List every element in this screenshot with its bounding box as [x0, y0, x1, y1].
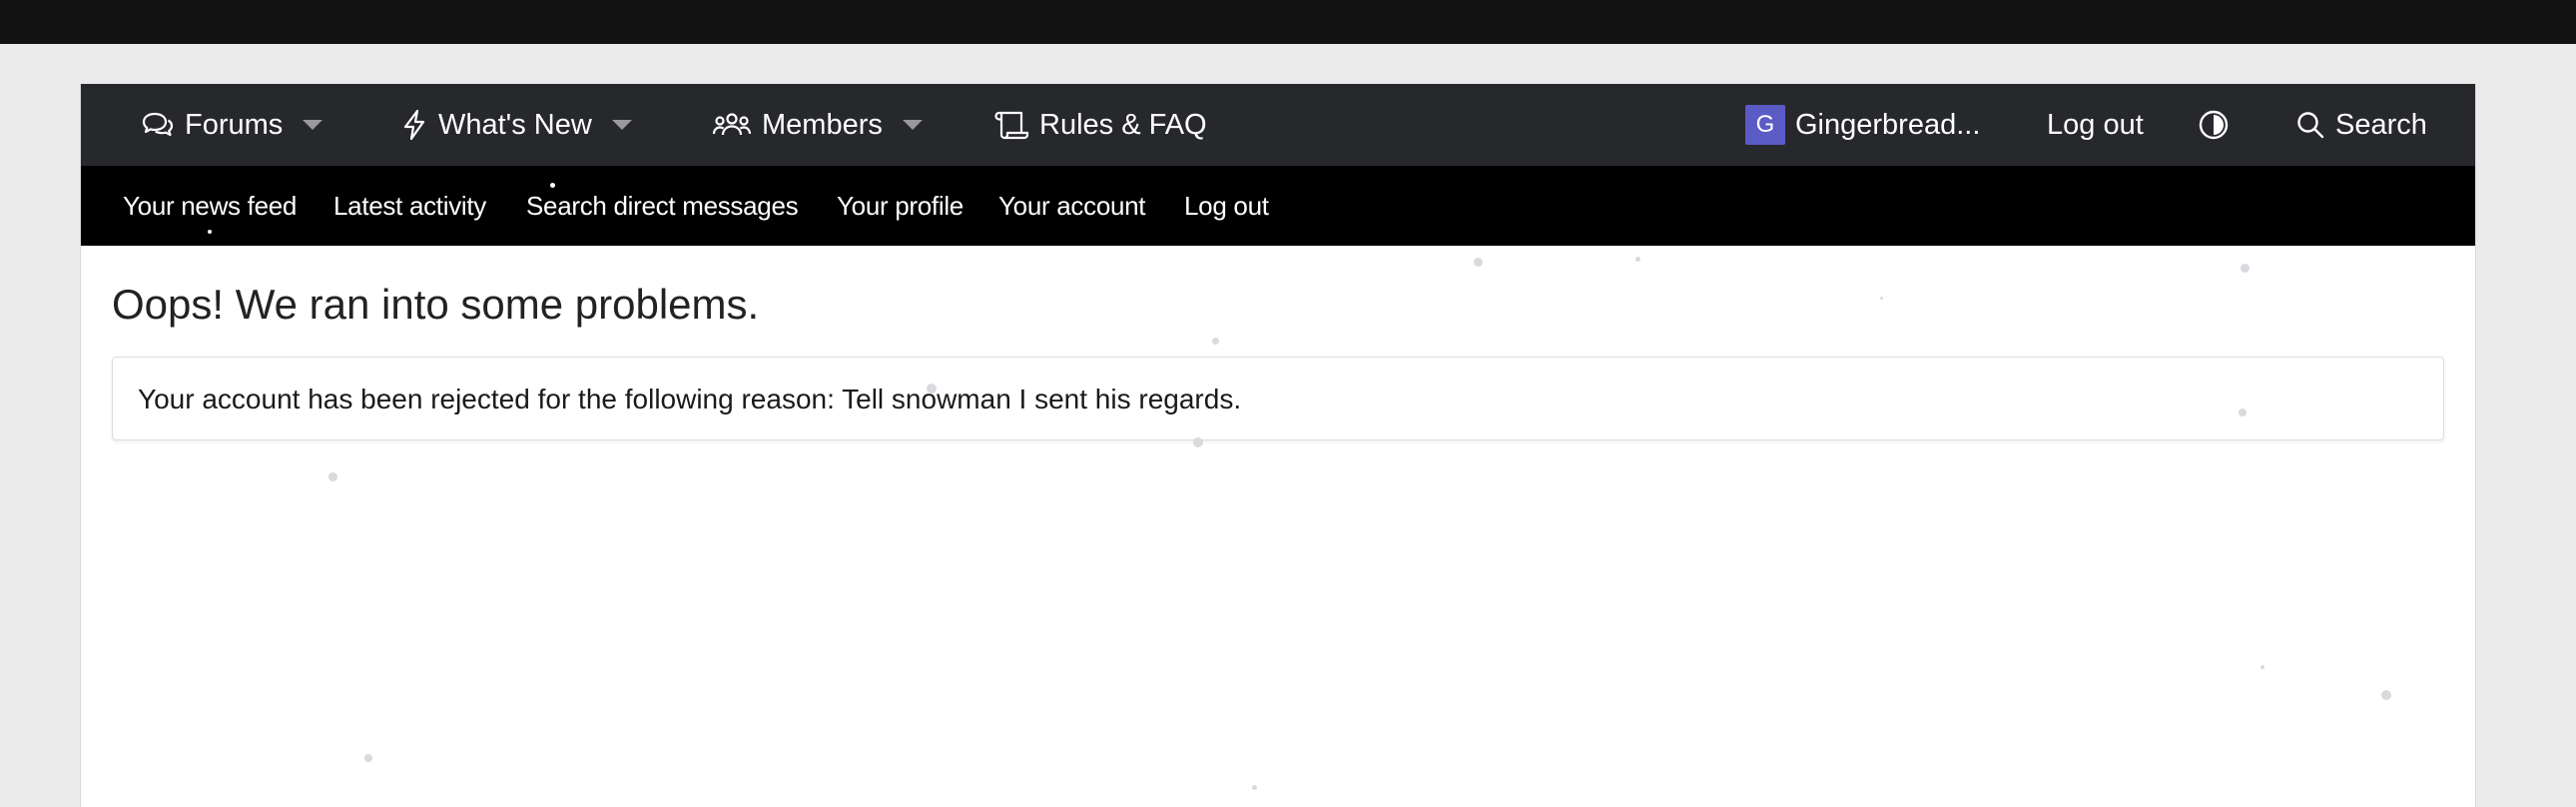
nav-whats-new[interactable]: What's New	[400, 84, 632, 166]
page-title: Oops! We ran into some problems.	[112, 281, 760, 328]
browser-top-strip	[0, 0, 2576, 44]
page-container: Forums What's New Members Rules & FAQ G …	[80, 84, 2476, 807]
theme-toggle[interactable]	[2198, 84, 2230, 166]
nav-rules-faq[interactable]: Rules & FAQ	[993, 84, 1207, 166]
nav-log-out-label: Log out	[2047, 108, 2144, 141]
error-message-text: Your account has been rejected for the f…	[138, 384, 1242, 414]
whats-new-caret-down-icon[interactable]	[611, 120, 632, 130]
lightning-bolt-icon	[400, 109, 428, 141]
subnav-latest-activity[interactable]: Latest activity	[333, 166, 486, 246]
account-username: Gingerbread...	[1795, 108, 1981, 141]
nav-members-label: Members	[762, 108, 883, 141]
snowflake-decoration	[328, 472, 337, 481]
error-message-block: Your account has been rejected for the f…	[112, 357, 2444, 440]
snowflake-decoration	[927, 384, 937, 394]
subnav-your-account[interactable]: Your account	[998, 166, 1146, 246]
snowflake-decoration	[1252, 785, 1257, 790]
snowflake-decoration	[2260, 665, 2264, 669]
contrast-icon	[2198, 109, 2230, 141]
snowflake-decoration	[1212, 338, 1219, 345]
nav-forums-label: Forums	[185, 108, 284, 141]
scroll-icon	[993, 109, 1029, 141]
snowflake-decoration	[1474, 258, 1483, 267]
nav-forums[interactable]: Forums	[141, 84, 323, 166]
snowflake-decoration	[2381, 690, 2391, 700]
snowflake-decoration	[1880, 297, 1883, 300]
snowflake-decoration	[1193, 437, 1203, 447]
subnav-your-news-feed[interactable]: Your news feed	[123, 166, 297, 246]
snowflake-decoration	[364, 754, 372, 762]
subnav-your-profile[interactable]: Your profile	[837, 166, 964, 246]
snowflake-decoration	[2239, 408, 2247, 416]
snowflake-decoration	[2241, 264, 2250, 273]
main-navigation: Forums What's New Members Rules & FAQ G …	[81, 84, 2475, 166]
sub-navigation: Your news feed Latest activity Search di…	[81, 166, 2475, 246]
snowflake-decoration	[1635, 257, 1640, 262]
avatar: G	[1745, 105, 1785, 145]
members-caret-down-icon[interactable]	[902, 120, 923, 130]
search-icon	[2295, 110, 2325, 140]
subnav-log-out[interactable]: Log out	[1184, 166, 1269, 246]
nav-search[interactable]: Search	[2295, 84, 2427, 166]
subnav-search-direct-messages[interactable]: Search direct messages	[526, 166, 799, 246]
forums-caret-down-icon[interactable]	[303, 120, 323, 130]
account-menu[interactable]: G Gingerbread...	[1745, 84, 1980, 166]
nav-log-out[interactable]: Log out	[2047, 84, 2144, 166]
nav-search-label: Search	[2335, 108, 2427, 141]
snowflake-decoration	[550, 183, 555, 188]
nav-whats-new-label: What's New	[438, 108, 592, 141]
users-icon	[712, 110, 752, 140]
nav-rules-faq-label: Rules & FAQ	[1039, 108, 1207, 141]
nav-members[interactable]: Members	[712, 84, 923, 166]
chat-bubbles-icon	[141, 110, 175, 140]
